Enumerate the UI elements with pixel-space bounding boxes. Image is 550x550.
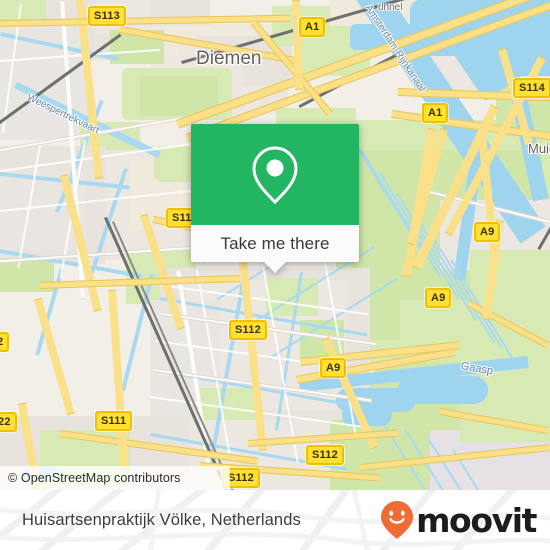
map-screenshot: Diemen Muiden Weespertrekvaart Amsterdam…: [0, 0, 550, 550]
route-shield[interactable]: A9: [425, 288, 452, 308]
route-shield[interactable]: A1: [422, 103, 449, 123]
callout-action-bar[interactable]: Take me there: [191, 225, 359, 262]
callout-icon-panel: [191, 124, 359, 225]
osm-attribution[interactable]: © OpenStreetMap contributors: [0, 466, 230, 490]
route-shield[interactable]: A1: [299, 17, 326, 37]
route-shield[interactable]: S113: [88, 6, 126, 26]
moovit-wordmark: moovit: [416, 500, 537, 540]
route-shield[interactable]: 22: [0, 412, 17, 432]
route-shield[interactable]: A9: [320, 358, 347, 378]
route-shield[interactable]: S114: [513, 78, 550, 98]
map-canvas[interactable]: Diemen Muiden Weespertrekvaart Amsterdam…: [0, 0, 550, 490]
take-me-there-callout[interactable]: Take me there: [191, 124, 359, 273]
callout-tail: [264, 262, 286, 273]
footer-content: Huisartsenpraktijk Völke, Netherlands mo…: [0, 490, 550, 550]
footer-place-title: Huisartsenpraktijk Völke, Netherlands: [22, 510, 301, 529]
route-shield[interactable]: S111: [95, 411, 133, 431]
moovit-logo[interactable]: moovit: [380, 500, 537, 540]
osm-attribution-text: © OpenStreetMap contributors: [8, 471, 181, 485]
take-me-there-label: Take me there: [220, 233, 330, 253]
map-pin-icon: [252, 145, 298, 204]
moovit-smiley-pin-icon: [381, 501, 414, 539]
footer-bar: Huisartsenpraktijk Völke, Netherlands mo…: [0, 490, 550, 550]
route-shield[interactable]: S112: [306, 445, 344, 465]
route-shield[interactable]: 2: [0, 332, 10, 352]
route-shield[interactable]: A9: [474, 222, 501, 242]
route-shield[interactable]: S112: [229, 320, 267, 340]
